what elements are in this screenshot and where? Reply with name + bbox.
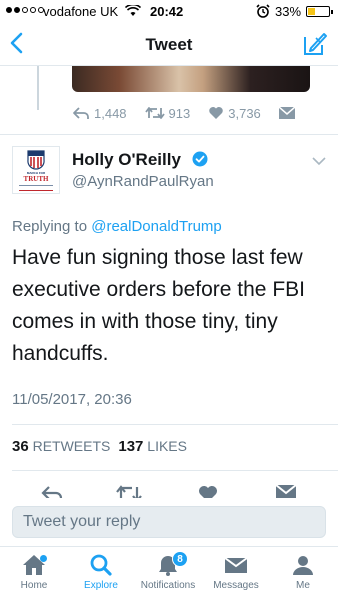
tweet-text: Have fun signing those last few executiv… [12,246,305,365]
tab-label: Notifications [140,580,196,591]
avatar[interactable]: MARCH FOR TRUTH [12,146,60,194]
retweet-icon [144,107,165,119]
thread-line [37,66,39,110]
tweet-actions [0,484,338,498]
likes-label: LIKES [147,438,187,454]
reply-mention-link[interactable]: @realDonaldTrump [91,218,222,235]
reply-input[interactable]: Tweet your reply [12,506,326,538]
reply-button-icon[interactable] [40,484,64,498]
reply-count: 1,448 [94,105,127,121]
replying-to: Replying to @realDonaldTrump [12,218,222,235]
retweets-stat[interactable]: 36 RETWEETS [12,438,111,455]
heart-icon [209,107,223,119]
likes-stat[interactable]: 137 LIKES [118,438,187,455]
retweet-button-icon[interactable] [116,484,142,498]
tab-messages[interactable]: Messages [202,553,270,591]
person-icon [293,556,313,575]
verified-badge-icon [192,151,208,167]
tab-home[interactable]: Home [0,553,68,591]
divider [0,134,338,135]
direct-message-button-icon[interactable] [276,484,296,498]
search-icon [90,554,112,576]
tab-me[interactable]: Me [269,553,337,591]
battery-percent: 33% [275,4,302,19]
reply-placeholder: Tweet your reply [23,513,141,530]
author-handle[interactable]: @AynRandPaulRyan [72,173,214,190]
retweet-total: 36 [12,438,29,455]
avatar-title: TRUTH [23,175,49,183]
alarm-icon [256,4,270,18]
status-bar: vodafone UK 20:42 33% [0,0,338,22]
status-time: 20:42 [150,4,184,19]
battery-icon [306,6,333,17]
retweet-action[interactable]: 913 [144,105,191,121]
reply-action[interactable]: 1,448 [72,106,127,121]
author-name[interactable]: Holly O'Reilly [72,150,181,170]
compose-tweet-icon[interactable] [302,31,328,57]
like-action[interactable]: 3,736 [208,106,261,121]
chevron-down-icon[interactable] [312,156,326,166]
wifi-icon [125,5,141,16]
new-content-dot [40,555,47,562]
shield-logo-icon [27,150,45,170]
tab-label: Me [296,580,310,591]
carrier-name: vodafone UK [43,4,119,19]
retweet-count: 913 [168,105,191,121]
divider [12,424,338,425]
tab-label: Home [20,580,48,591]
notification-badge: 8 [172,551,188,567]
like-button-icon[interactable] [198,484,218,498]
replying-prefix: Replying to [12,218,88,235]
tab-notifications[interactable]: 8 Notifications [134,551,202,591]
nav-bar: Tweet [0,22,338,66]
page-title: Tweet [145,35,193,54]
avatar-decoration [19,185,53,191]
message-action[interactable] [278,107,299,119]
retweets-label: RETWEETS [32,438,111,454]
envelope-icon [224,557,248,573]
tab-label: Explore [84,580,118,591]
like-count: 3,736 [228,105,261,121]
signal-icon [6,7,44,13]
previous-tweet-actions: 1,448 913 3,736 [72,104,317,122]
like-total: 137 [118,438,144,455]
previous-tweet-photo[interactable] [72,66,310,92]
divider [12,470,338,471]
envelope-icon [278,107,295,119]
tab-label: Messages [213,580,259,591]
tweet-stats: 36 RETWEETS 137 LIKES [12,438,187,455]
tab-explore[interactable]: Explore [67,553,135,591]
reply-icon [73,107,89,119]
tab-bar: Home Explore 8 Notifications Messages Me [0,546,338,600]
tweet-timestamp: 11/05/2017, 20:36 [12,391,132,408]
